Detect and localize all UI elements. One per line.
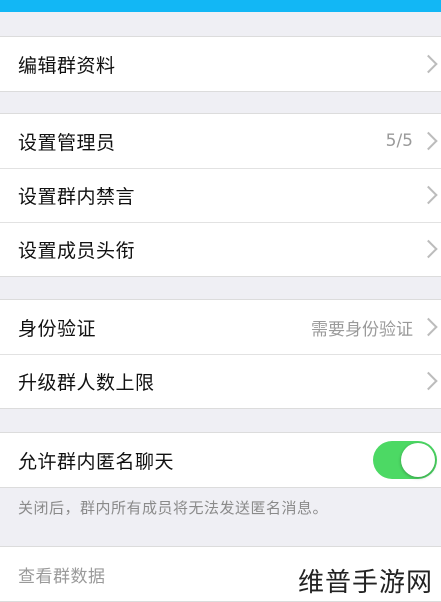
row-set-admins[interactable]: 设置管理员 5/5 bbox=[0, 114, 441, 168]
chevron-right-icon bbox=[419, 239, 438, 259]
row-set-mute[interactable]: 设置群内禁言 bbox=[0, 168, 441, 222]
row-label: 设置管理员 bbox=[18, 131, 116, 154]
toggle-knob bbox=[401, 443, 435, 477]
row-anonymous-chat: 允许群内匿名聊天 bbox=[0, 433, 441, 487]
row-set-member-titles[interactable]: 设置成员头衔 bbox=[0, 222, 441, 276]
verification-status: 需要身份验证 bbox=[311, 319, 413, 340]
anonymous-note: 关闭后，群内所有成员将无法发送匿名消息。 bbox=[18, 499, 329, 517]
row-label: 编辑群资料 bbox=[18, 54, 116, 77]
status-bar bbox=[0, 0, 441, 12]
row-upgrade-limit[interactable]: 升级群人数上限 bbox=[0, 354, 441, 408]
row-identity-verification[interactable]: 身份验证 需要身份验证 bbox=[0, 300, 441, 354]
chevron-right-icon bbox=[419, 54, 438, 74]
row-label: 允许群内匿名聊天 bbox=[18, 450, 175, 473]
anonymous-chat-toggle[interactable] bbox=[373, 441, 437, 479]
chevron-right-icon bbox=[419, 371, 438, 391]
watermark: 维普手游网 bbox=[297, 568, 433, 598]
chevron-right-icon bbox=[419, 185, 438, 205]
section-edit: 编辑群资料 bbox=[0, 36, 441, 92]
row-label: 设置群内禁言 bbox=[18, 185, 136, 208]
chevron-right-icon bbox=[419, 131, 438, 151]
row-label: 身份验证 bbox=[18, 317, 97, 340]
row-label: 设置成员头衔 bbox=[18, 239, 136, 262]
row-edit-group-info[interactable]: 编辑群资料 bbox=[0, 37, 441, 91]
admin-count: 5/5 bbox=[385, 131, 413, 151]
chevron-right-icon bbox=[419, 317, 438, 337]
section-verification: 身份验证 需要身份验证 升级群人数上限 bbox=[0, 299, 441, 409]
row-label: 升级群人数上限 bbox=[18, 371, 155, 394]
section-anonymous: 允许群内匿名聊天 bbox=[0, 432, 441, 488]
section-admin: 设置管理员 5/5 设置群内禁言 设置成员头衔 bbox=[0, 113, 441, 277]
row-label: 查看群数据 bbox=[18, 566, 106, 587]
